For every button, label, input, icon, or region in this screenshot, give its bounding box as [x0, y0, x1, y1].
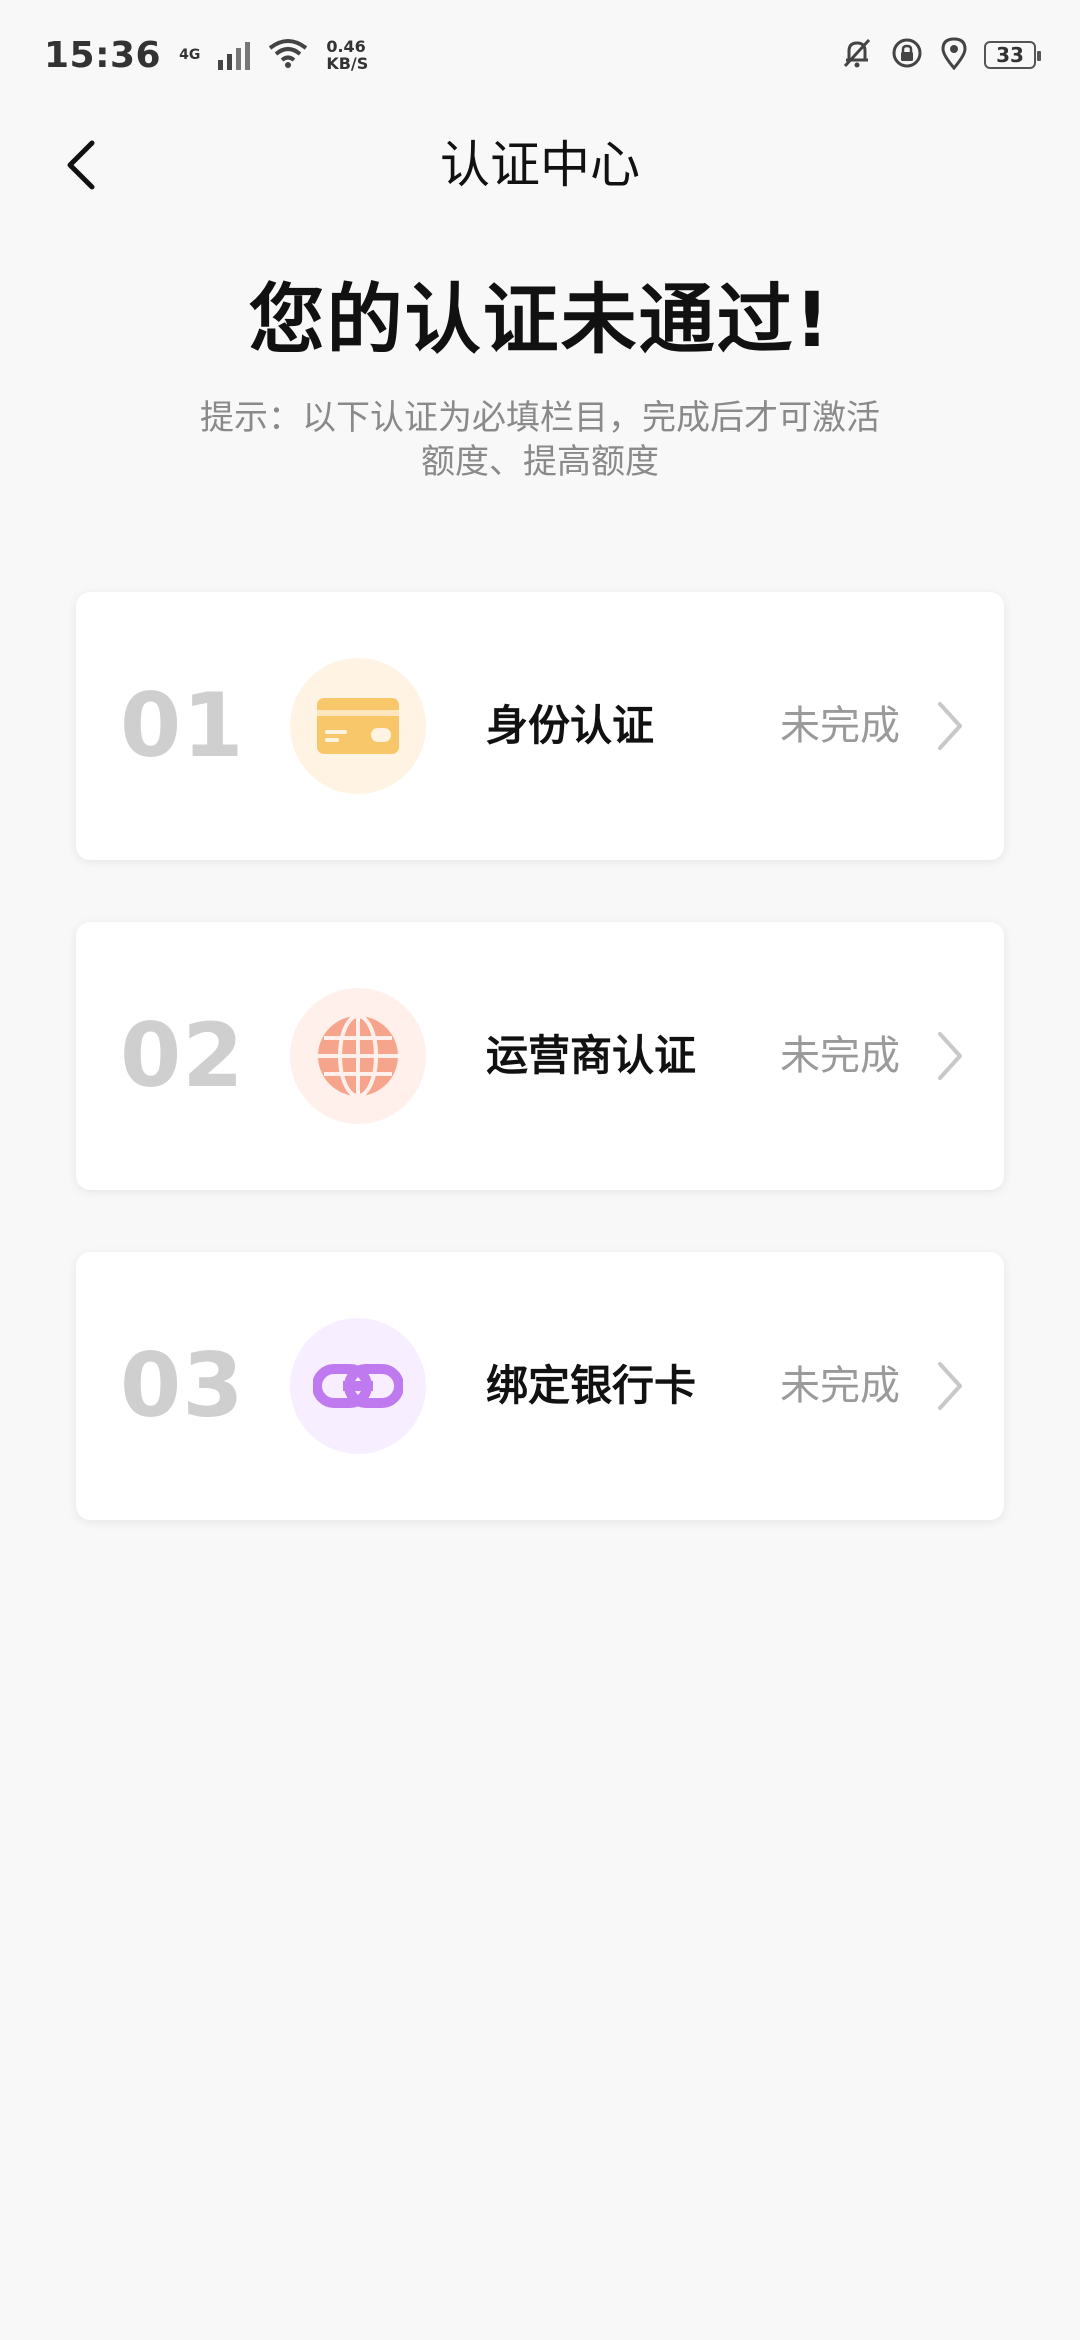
carrier-verification-card[interactable]: 02 运营商认证 未完成: [76, 922, 1004, 1190]
card-label: 运营商认证: [486, 1031, 697, 1080]
step-number: 03: [120, 1334, 245, 1437]
step-number: 02: [120, 1004, 245, 1107]
card-status: 未完成: [780, 1033, 900, 1079]
card-status: 未完成: [780, 703, 900, 749]
tip-text: 提示：以下认证为必填栏目，完成后才可激活额度、提高额度: [200, 398, 880, 482]
identity-verification-card[interactable]: 01 身份认证 未完成: [76, 592, 1004, 860]
chevron-left-icon: [67, 140, 95, 190]
step-number: 01: [120, 674, 245, 777]
network-type: 4G: [179, 47, 201, 63]
card-label: 绑定银行卡: [486, 1361, 697, 1410]
link-icon: [313, 1364, 403, 1408]
card-status: 未完成: [780, 1363, 900, 1409]
card-label: 身份认证: [486, 701, 655, 750]
app-bar: 认证中心: [0, 110, 1080, 220]
status-bar: 15:36 4G 0.46 KB/S 33: [0, 0, 1080, 110]
bind-bank-card-card[interactable]: 03 绑定银行卡 未完成: [76, 1252, 1004, 1520]
globe-icon: [318, 1014, 398, 1098]
globe-icon-circle: [290, 988, 426, 1124]
wifi-icon: [268, 38, 308, 72]
verification-failed-headline: 您的认证未通过!: [248, 275, 832, 364]
chevron-right-icon: [932, 1030, 966, 1082]
battery-icon: 33: [984, 41, 1041, 69]
chevron-right-icon: [932, 700, 966, 752]
location-icon: [940, 36, 968, 74]
net-speed-value: 0.46: [326, 37, 366, 56]
net-speed: 0.46 KB/S: [326, 38, 368, 72]
rotation-lock-icon: [890, 36, 924, 74]
bell-muted-icon: [840, 36, 874, 74]
id-card-icon-circle: [290, 658, 426, 794]
link-icon-circle: [290, 1318, 426, 1454]
status-bar-right: 33: [840, 36, 1041, 74]
page-title: 认证中心: [440, 136, 640, 194]
chevron-right-icon: [932, 1360, 966, 1412]
status-bar-left: 15:36 4G 0.46 KB/S: [44, 35, 368, 76]
back-button[interactable]: [40, 120, 120, 210]
net-speed-unit: KB/S: [326, 54, 369, 73]
status-time: 15:36: [44, 34, 162, 76]
signal-icon: [218, 40, 251, 70]
id-card-icon: [317, 698, 399, 754]
